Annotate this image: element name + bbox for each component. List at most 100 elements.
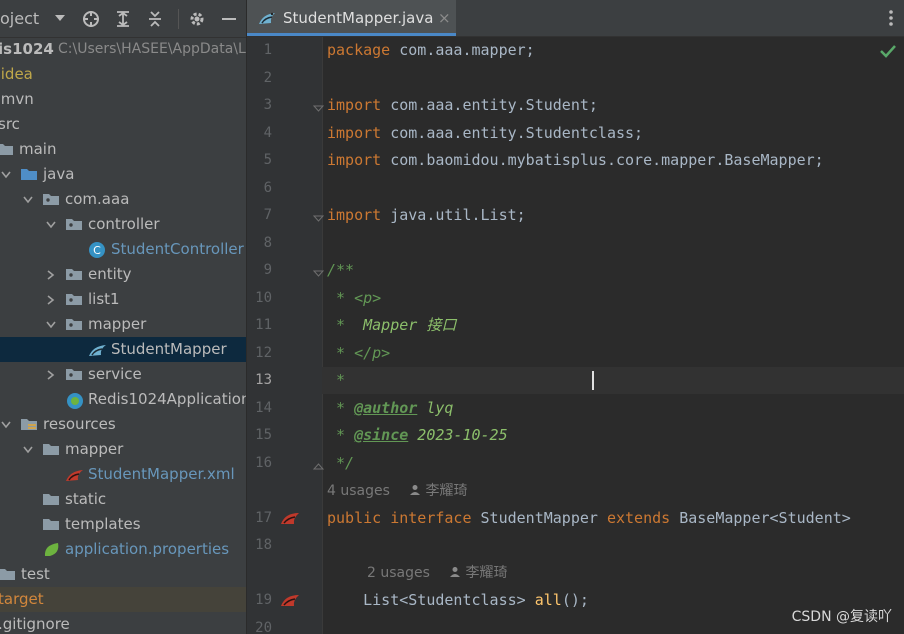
- chevron-right-icon[interactable]: [45, 262, 57, 287]
- tree-item[interactable]: .mvn: [0, 87, 246, 112]
- folder-icon: [0, 562, 16, 587]
- code-text: BaseMapper<Student>: [670, 509, 851, 527]
- folder-icon: [42, 487, 60, 512]
- tree-item[interactable]: StudentMapper: [0, 337, 246, 362]
- author-hint[interactable]: 李耀琦: [449, 560, 507, 587]
- code-line: List<Studentclass> all();: [327, 587, 589, 614]
- line-number: 6: [263, 180, 272, 196]
- tree-item-label: .mvn: [0, 90, 34, 108]
- more-vertical-icon[interactable]: [888, 9, 894, 31]
- class-icon: C: [88, 237, 106, 262]
- tree-item[interactable]: Redis1024Application: [0, 387, 246, 412]
- chevron-down-icon[interactable]: [22, 187, 34, 212]
- line-number: 18: [255, 537, 272, 553]
- watermark: CSDN @复读吖: [791, 609, 892, 625]
- tree-item[interactable]: static: [0, 487, 246, 512]
- tree-item[interactable]: .gitignore: [0, 612, 246, 634]
- minimize-icon[interactable]: [220, 0, 238, 37]
- javadoc-text: *: [327, 426, 355, 444]
- fold-icon[interactable]: [312, 210, 325, 222]
- fold-icon[interactable]: [312, 100, 325, 112]
- editor-tab-bar: StudentMapper.java ×: [247, 0, 904, 37]
- line-number: 19: [255, 592, 272, 608]
- tree-item-label: controller: [88, 215, 160, 233]
- tree-item[interactable]: com.aaa: [0, 187, 246, 212]
- javadoc-text: Mapper 接口: [363, 316, 457, 334]
- tree-item[interactable]: templates: [0, 512, 246, 537]
- usages-hint[interactable]: 4 usages: [327, 478, 390, 505]
- collapse-all-icon[interactable]: [146, 0, 164, 37]
- chevron-down-icon[interactable]: [0, 162, 12, 187]
- expand-all-icon[interactable]: [114, 0, 132, 37]
- gear-icon[interactable]: [188, 0, 206, 37]
- tree-item[interactable]: .idea: [0, 62, 246, 87]
- folder-icon: [0, 137, 14, 162]
- javadoc-tag: @since: [354, 426, 409, 444]
- tree-item[interactable]: src: [0, 112, 246, 137]
- author-hint[interactable]: 李耀琦: [409, 478, 467, 505]
- folder-icon: [42, 437, 60, 462]
- tree-item[interactable]: resources: [0, 412, 246, 437]
- crosshair-icon[interactable]: [81, 0, 101, 37]
- code-line: * Mapper 接口: [327, 312, 456, 339]
- line-number: 4: [263, 125, 272, 141]
- tree-item-label: is1024: [0, 40, 54, 58]
- close-icon[interactable]: ×: [438, 0, 451, 36]
- tree-item-label: mapper: [65, 440, 124, 458]
- fold-icon[interactable]: [312, 458, 325, 470]
- tree-item[interactable]: java: [0, 162, 246, 187]
- chevron-right-icon[interactable]: [45, 287, 57, 312]
- mybatis-interface-icon: [88, 337, 106, 362]
- tree-item-label: .gitignore: [0, 615, 70, 633]
- tree-item-label: mapper: [88, 315, 147, 333]
- chevron-right-icon[interactable]: [45, 362, 57, 387]
- code-line: */: [327, 450, 354, 477]
- tree-item-label: templates: [65, 515, 141, 533]
- chevron-down-icon[interactable]: [45, 312, 57, 337]
- fold-icon[interactable]: [312, 265, 325, 277]
- code-text: com.baomidou.mybatisplus.core.mapper.Bas…: [381, 151, 824, 169]
- tree-item[interactable]: list1: [0, 287, 246, 312]
- tree-item[interactable]: controller: [0, 212, 246, 237]
- line-number: 3: [263, 97, 272, 113]
- code-keyword: interface: [381, 509, 472, 527]
- tree-item[interactable]: service: [0, 362, 246, 387]
- tree-item[interactable]: StudentMapper.xml: [0, 462, 246, 487]
- person-icon: [450, 567, 460, 577]
- code-text: com.aaa.entity.Student;: [381, 96, 598, 114]
- code-keyword: import: [327, 206, 382, 224]
- chevron-down-icon[interactable]: [0, 412, 12, 437]
- person-icon: [410, 485, 420, 495]
- tree-item[interactable]: C StudentController: [0, 237, 246, 262]
- source-folder-icon: [20, 162, 38, 187]
- tree-item[interactable]: entity: [0, 262, 246, 287]
- chevron-down-icon[interactable]: [54, 0, 66, 37]
- tree-item[interactable]: main: [0, 137, 246, 162]
- code-line: *: [327, 367, 345, 394]
- checkmark-icon[interactable]: [880, 43, 896, 62]
- tree-item-label: src: [0, 115, 20, 133]
- tree-item[interactable]: mapper: [0, 312, 246, 337]
- tree-item[interactable]: application.properties: [0, 537, 246, 562]
- tree-item[interactable]: is1024 C:\Users\HASEE\AppData\L: [0, 37, 246, 62]
- line-number: 20: [255, 620, 272, 634]
- javadoc-text: 2023-10-25: [408, 426, 508, 444]
- mybatis-navigate-icon[interactable]: [279, 591, 301, 611]
- project-view-title[interactable]: oject: [0, 0, 39, 37]
- line-number: 2: [263, 70, 272, 86]
- svg-text:C: C: [93, 244, 101, 257]
- javadoc-text: * <p>: [327, 289, 382, 307]
- gutter-separator: [322, 37, 323, 634]
- tab-studentmapper-java[interactable]: StudentMapper.java ×: [247, 0, 456, 36]
- mybatis-navigate-icon[interactable]: [279, 509, 301, 529]
- tree-item[interactable]: test: [0, 562, 246, 587]
- spring-boot-class-icon: [65, 387, 83, 412]
- tree-item[interactable]: mapper: [0, 437, 246, 462]
- line-number: 17: [255, 510, 272, 526]
- chevron-down-icon[interactable]: [22, 437, 34, 462]
- code-method: all: [534, 591, 562, 609]
- usages-hint[interactable]: 2 usages: [367, 560, 430, 587]
- chevron-down-icon[interactable]: [45, 212, 57, 237]
- tree-item[interactable]: target: [0, 587, 246, 612]
- code-line: import com.aaa.entity.Student;: [327, 92, 598, 119]
